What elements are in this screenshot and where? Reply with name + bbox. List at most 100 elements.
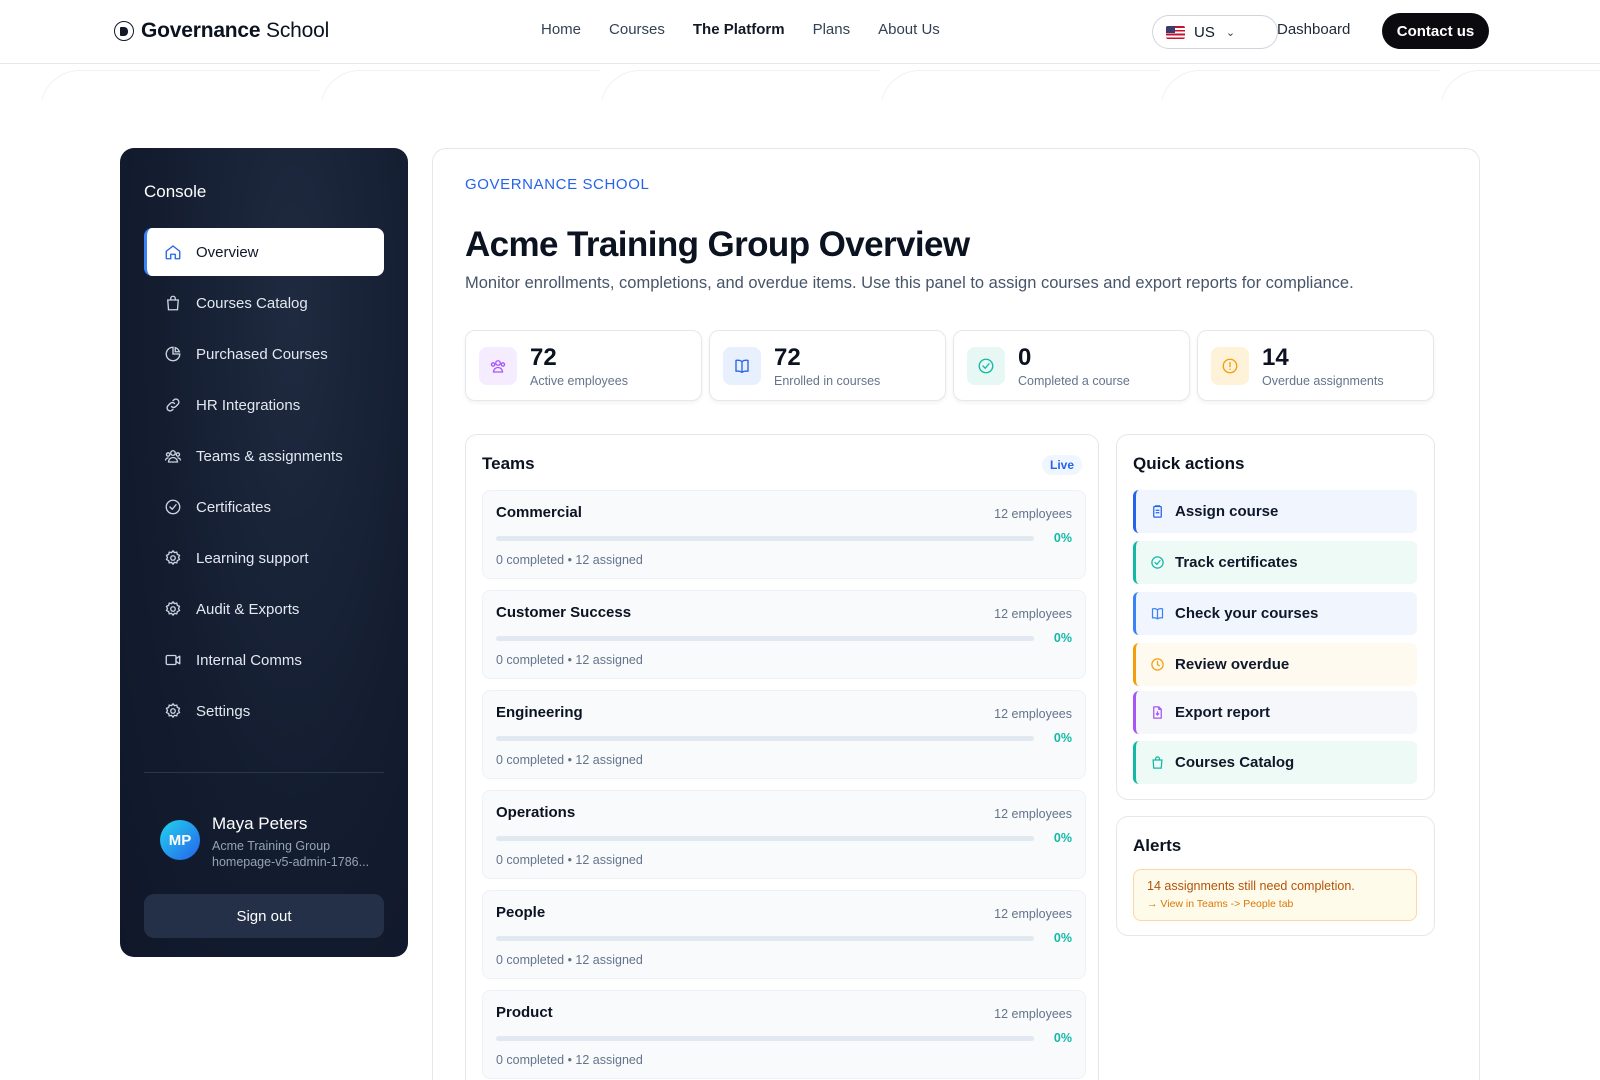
team-row[interactable]: Engineering 12 employees 0% 0 completed …: [482, 690, 1086, 779]
team-progress-percent: 0%: [1053, 531, 1072, 545]
check-circle-icon: [978, 358, 994, 374]
teams-card: Teams Live Commercial 12 employees 0% 0 …: [465, 434, 1099, 1080]
alert-circle-icon: [1222, 358, 1238, 374]
sidebar-item-audit-exports[interactable]: Audit & Exports: [144, 585, 384, 633]
link-icon: [166, 398, 180, 412]
quick-action-courses-catalog[interactable]: Courses Catalog: [1133, 741, 1417, 784]
team-row[interactable]: Customer Success 12 employees 0% 0 compl…: [482, 590, 1086, 679]
sidebar-divider: [144, 772, 384, 773]
file-icon: [1153, 706, 1162, 719]
sidebar-item-courses-catalog[interactable]: Courses Catalog: [144, 279, 384, 327]
sidebar-item-internal-comms[interactable]: Internal Comms: [144, 636, 384, 684]
team-progress-bar: [496, 936, 1034, 941]
quick-action-label: Track certificates: [1175, 554, 1298, 571]
user-name: Maya Peters: [212, 814, 308, 833]
sign-out-button[interactable]: Sign out: [144, 894, 384, 938]
overview-panel: GOVERNANCE SCHOOL Acme Training Group Ov…: [432, 148, 1480, 1080]
gear-icon: [165, 702, 181, 719]
stat-card-enrolled: 72 Enrolled in courses: [709, 330, 946, 401]
quick-action-track-certificates[interactable]: Track certificates: [1133, 541, 1417, 584]
decorative-pattern: [0, 64, 1600, 100]
sidebar-item-overview[interactable]: Overview: [144, 228, 384, 276]
sidebar-item-label: Certificates: [196, 498, 272, 516]
team-row[interactable]: People 12 employees 0% 0 completed • 12 …: [482, 890, 1086, 979]
us-flag-icon: [1166, 25, 1185, 39]
user-organization: Acme Training Group: [212, 839, 331, 853]
brand-logo-icon: [114, 21, 134, 41]
page-subtitle: Monitor enrollments, completions, and ov…: [465, 274, 1354, 292]
chevron-down-icon: ⌄: [1225, 26, 1236, 39]
team-progress-bar: [496, 736, 1034, 741]
locale-label: US: [1194, 23, 1215, 41]
stat-card-active-employees: 72 Active employees: [465, 330, 702, 401]
stat-value: 72: [774, 344, 801, 371]
sidebar-item-teams-assignments[interactable]: Teams & assignments: [144, 432, 384, 480]
sidebar-item-settings[interactable]: Settings: [144, 687, 384, 735]
nav-link-about-us[interactable]: About Us: [878, 21, 940, 38]
team-name: Operations: [496, 804, 576, 821]
stat-label: Overdue assignments: [1262, 374, 1384, 388]
quick-actions-card: Quick actions Assign course Track certif…: [1116, 434, 1435, 800]
sidebar-item-label: HR Integrations: [196, 396, 301, 414]
team-row[interactable]: Operations 12 employees 0% 0 completed •…: [482, 790, 1086, 879]
nav-link-plans[interactable]: Plans: [813, 21, 851, 38]
alert-link[interactable]: → View in Teams -> People tab: [1147, 898, 1293, 910]
team-progress-percent: 0%: [1053, 631, 1072, 645]
stat-icon-wrap: [1211, 347, 1249, 385]
book-open-icon: [735, 359, 749, 374]
sidebar-item-certificates[interactable]: Certificates: [144, 483, 384, 531]
alert-message: 14 assignments still need completion.: [1147, 879, 1355, 893]
stat-label: Completed a course: [1018, 374, 1130, 388]
team-employee-count: 12 employees: [994, 807, 1072, 821]
pie-chart-icon: [165, 346, 181, 362]
quick-action-check-courses[interactable]: Check your courses: [1133, 592, 1417, 635]
nav-link-courses[interactable]: Courses: [609, 21, 665, 38]
team-employee-count: 12 employees: [994, 707, 1072, 721]
team-progress-percent: 0%: [1053, 731, 1072, 745]
console-sidebar: Console Overview Courses Catalog Purchas…: [120, 148, 408, 957]
clipboard-icon: [1153, 505, 1162, 518]
stat-card-overdue: 14 Overdue assignments: [1197, 330, 1434, 401]
quick-action-label: Check your courses: [1175, 605, 1319, 622]
team-meta: 0 completed • 12 assigned: [496, 553, 643, 567]
sidebar-item-label: Overview: [196, 243, 259, 261]
shopping-bag-icon: [167, 295, 179, 311]
shopping-bag-icon: [1152, 756, 1163, 769]
quick-action-review-overdue[interactable]: Review overdue: [1133, 643, 1417, 686]
team-progress-bar: [496, 1036, 1034, 1041]
team-progress-percent: 0%: [1053, 1031, 1072, 1045]
contact-button[interactable]: Contact us: [1382, 13, 1489, 49]
team-name: Engineering: [496, 704, 583, 721]
stat-label: Enrolled in courses: [774, 374, 881, 388]
nav-link-home[interactable]: Home: [541, 21, 581, 38]
quick-action-assign-course[interactable]: Assign course: [1133, 490, 1417, 533]
sidebar-item-learning-support[interactable]: Learning support: [144, 534, 384, 582]
sidebar-item-purchased-courses[interactable]: Purchased Courses: [144, 330, 384, 378]
team-employee-count: 12 employees: [994, 507, 1072, 521]
team-row[interactable]: Product 12 employees 0% 0 completed • 12…: [482, 990, 1086, 1079]
nav-link-dashboard[interactable]: Dashboard: [1277, 21, 1350, 38]
stat-value: 72: [530, 344, 557, 371]
locale-selector[interactable]: US ⌄: [1152, 15, 1278, 49]
sidebar-item-label: Courses Catalog: [196, 294, 308, 312]
sidebar-item-label: Teams & assignments: [196, 447, 343, 465]
nav-link-the-platform[interactable]: The Platform: [693, 21, 785, 38]
stat-value: 0: [1018, 344, 1032, 371]
team-progress-bar: [496, 536, 1034, 541]
team-meta: 0 completed • 12 assigned: [496, 653, 643, 667]
team-progress-percent: 0%: [1053, 931, 1072, 945]
top-navigation: Governance School Home Courses The Platf…: [0, 0, 1600, 64]
quick-action-label: Review overdue: [1175, 656, 1290, 673]
sidebar-item-label: Audit & Exports: [196, 600, 300, 618]
sidebar-item-hr-integrations[interactable]: HR Integrations: [144, 381, 384, 429]
book-open-icon: [1151, 608, 1164, 620]
alerts-card: Alerts 14 assignments still need complet…: [1116, 816, 1435, 936]
quick-action-label: Assign course: [1175, 503, 1279, 520]
brand[interactable]: Governance School: [114, 19, 329, 43]
team-row[interactable]: Commercial 12 employees 0% 0 completed •…: [482, 490, 1086, 579]
quick-action-export-report[interactable]: Export report: [1133, 691, 1417, 734]
alert-message-box: 14 assignments still need completion. → …: [1133, 869, 1417, 921]
sidebar-item-label: Learning support: [196, 549, 309, 567]
team-employee-count: 12 employees: [994, 1007, 1072, 1021]
gear-icon: [165, 600, 181, 617]
